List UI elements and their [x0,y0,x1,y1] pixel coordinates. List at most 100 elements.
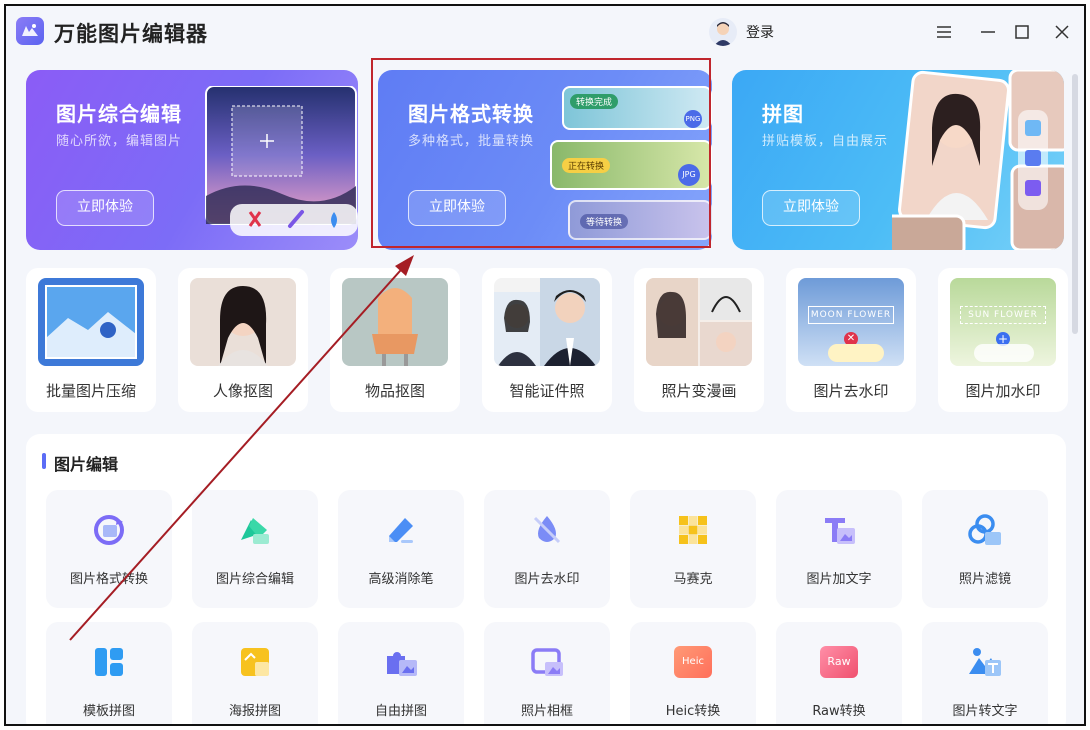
title-bar: 万能图片编辑器 登录 [6,6,1084,58]
tool-format-convert[interactable]: 图片格式转换 [46,490,172,608]
feature-label: 人像抠图 [212,382,273,400]
id-photo-thumb-icon [494,278,600,366]
feature-remove-watermark[interactable]: MOON FLOWER ✕ 图片去水印 [786,268,916,412]
format-card: 转换完成 PNG [562,86,712,130]
tool-label: 海报拼图 [228,704,281,719]
minimize-icon[interactable] [976,20,1000,44]
watermark-text: MOON FLOWER [808,306,894,324]
format-cards: 转换完成 PNG 正在转换 JPG 等待转换 [550,86,712,246]
tool-label: 马赛克 [673,572,713,587]
tool-raw-convert[interactable]: Raw Raw转换 [776,622,902,724]
tool-label: Heic转换 [665,704,721,719]
login-link[interactable]: 登录 [746,22,774,42]
image-edit-icon [241,518,269,544]
free-collage-icon [387,652,417,676]
tool-label: 自由拼图 [374,704,427,719]
template-collage-icon [95,648,123,676]
format-badge: PNG [684,110,702,128]
app-title: 万能图片编辑器 [54,22,208,46]
status-chip: 转换完成 [570,94,619,109]
mosaic-icon [679,516,707,544]
feature-label: 物品抠图 [364,382,425,400]
feature-label: 照片变漫画 [661,382,737,400]
feature-portrait-cutout[interactable]: 人像抠图 [178,268,308,412]
eraser-pen-icon [389,518,413,543]
tool-label: Raw转换 [812,704,866,719]
status-chip: 正在转换 [562,158,611,173]
tool-poster-collage[interactable]: 海报拼图 [192,622,318,724]
compress-thumb-icon [38,278,144,366]
add-text-icon [825,518,855,544]
remove-watermark-icon [533,516,561,544]
feature-label: 智能证件照 [509,382,585,400]
tool-label: 图片转文字 [952,704,1018,719]
tool-label: 照片相框 [520,704,573,719]
poster-collage-icon [241,648,269,676]
try-now-button[interactable]: 立即体验 [408,190,506,226]
feature-label: 图片去水印 [813,382,889,400]
app-logo-icon [16,17,44,45]
feature-object-cutout[interactable]: 物品抠图 [330,268,460,412]
format-card: 正在转换 JPG [550,140,712,190]
menu-icon[interactable] [932,20,956,44]
try-now-button[interactable]: 立即体验 [56,190,154,226]
tool-label: 高级消除笔 [368,572,434,587]
banner-image-edit[interactable]: 图片综合编辑 随心所欲，编辑图片 立即体验 [26,70,358,250]
tool-label: 图片去水印 [514,572,580,587]
banner-title: 拼图 [762,102,804,126]
banner-subtitle: 拼贴模板，自由展示 [762,134,889,149]
tool-photo-frame[interactable]: 照片相框 [484,622,610,724]
tool-template-collage[interactable]: 模板拼图 [46,622,172,724]
format-card: 等待转换 [568,200,712,240]
banner-subtitle: 随心所欲，编辑图片 [56,134,183,149]
format-convert-icon [94,515,124,545]
watermark-text: SUN FLOWER [960,306,1046,324]
feature-label: 图片加水印 [965,382,1041,400]
banner-collage[interactable]: 拼图 拼贴模板，自由展示 立即体验 [732,70,1064,250]
cartoon-thumb-icon [646,278,752,366]
feature-add-watermark[interactable]: SUN FLOWER + 图片加水印 [938,268,1068,412]
tool-label: 照片滤镜 [958,572,1011,587]
tool-label: 图片综合编辑 [215,572,294,587]
image-to-text-icon [969,648,1001,676]
banner-title: 图片格式转换 [408,102,534,126]
flower-shape [828,344,884,362]
scrollbar[interactable] [1072,74,1078,334]
photo-frame-icon [531,648,563,676]
portrait-thumb-icon [190,278,296,366]
tool-image-edit[interactable]: 图片综合编辑 [192,490,318,608]
flower-shape [974,344,1034,362]
feature-batch-compress[interactable]: 批量图片压缩 [26,268,156,412]
format-badge: JPG [678,164,700,186]
tool-mosaic[interactable]: 马赛克 [630,490,756,608]
maximize-icon[interactable] [1010,20,1034,44]
add-watermark-thumb-icon: SUN FLOWER + [950,278,1056,366]
tool-label: 模板拼图 [82,704,135,719]
chair-thumb-icon [342,278,448,366]
collage-illustration-icon [892,70,1064,250]
user-avatar[interactable] [709,18,737,46]
tool-image-to-text[interactable]: 图片转文字 [922,622,1048,724]
banner-format-convert[interactable]: 图片格式转换 多种格式，批量转换 立即体验 转换完成 PNG 正在转换 JPG … [378,70,712,250]
raw-icon: Raw [820,646,858,678]
tool-free-collage[interactable]: 自由拼图 [338,622,464,724]
remove-watermark-thumb-icon: MOON FLOWER ✕ [798,278,904,366]
tool-heic-convert[interactable]: Heic Heic转换 [630,622,756,724]
tool-eraser-pen[interactable]: 高级消除笔 [338,490,464,608]
banner-subtitle: 多种格式，批量转换 [408,134,535,149]
try-now-button[interactable]: 立即体验 [762,190,860,226]
filter-icon [968,514,1001,545]
banner-title: 图片综合编辑 [56,102,182,126]
tool-add-text[interactable]: 图片加文字 [776,490,902,608]
feature-photo-to-cartoon[interactable]: 照片变漫画 [634,268,764,412]
tool-remove-watermark[interactable]: 图片去水印 [484,490,610,608]
feature-id-photo[interactable]: 智能证件照 [482,268,612,412]
feature-label: 批量图片压缩 [45,382,136,400]
tool-label: 图片加文字 [806,572,872,587]
app-window: 万能图片编辑器 登录 图片综合编辑 随心所欲，编辑图片 立即体验 图片格式转换 … [4,4,1086,726]
tool-label: 图片格式转换 [69,572,148,587]
sky-illustration-icon [205,86,358,236]
close-icon[interactable] [1050,20,1074,44]
tool-filter[interactable]: 照片滤镜 [922,490,1048,608]
heic-icon: Heic [674,646,712,678]
